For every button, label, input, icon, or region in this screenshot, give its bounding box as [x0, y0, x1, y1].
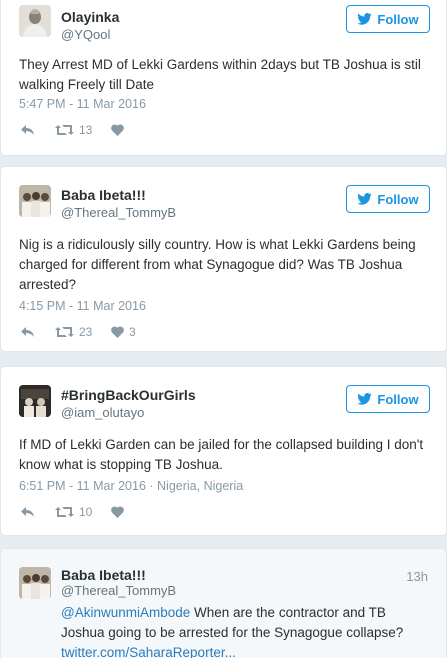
retweet-icon — [55, 507, 74, 517]
follow-label: Follow — [377, 391, 419, 407]
user-handle[interactable]: @Thereal_TommyB — [61, 583, 176, 598]
bird-icon — [357, 193, 373, 205]
tweet-actions: 13 — [21, 123, 151, 137]
reply-icon[interactable] — [21, 506, 37, 518]
follow-button[interactable]: Follow — [346, 5, 430, 33]
user-name[interactable]: Baba Ibeta!!! — [61, 567, 146, 583]
tweet-text: They Arrest MD of Lekki Gardens within 2… — [19, 57, 421, 92]
tweet-time-ago[interactable]: 13h — [406, 569, 428, 584]
mention-link[interactable]: @AkinwunmiAmbode — [61, 605, 190, 620]
tweet-text: If MD of Lekki Garden can be jailed for … — [19, 437, 424, 472]
retweet-button[interactable]: 10 — [55, 505, 111, 519]
avatar[interactable] — [19, 567, 51, 599]
tweet-card: Baba Ibeta!!! @Thereal_TommyB 13h @Akinw… — [0, 548, 447, 658]
tweet-location[interactable]: · Nigeria, Nigeria — [146, 479, 243, 493]
tweet-timestamp[interactable]: 4:15 PM - 11 Mar 2016 — [19, 299, 146, 313]
user-name[interactable]: Baba Ibeta!!! — [61, 187, 146, 203]
tweet-card: Olayinka @YQool Follow They Arrest MD of… — [0, 0, 447, 156]
retweet-count: 10 — [79, 505, 93, 519]
user-handle[interactable]: @Thereal_TommyB — [61, 205, 176, 220]
bird-icon — [357, 393, 373, 405]
tweet-text: Nig is a ridiculously silly country. How… — [19, 237, 416, 292]
follow-label: Follow — [377, 11, 419, 27]
tweet-card: #BringBackOurGirls @iam_olutayo Follow I… — [0, 366, 447, 536]
user-name[interactable]: #BringBackOurGirls — [61, 387, 196, 403]
follow-label: Follow — [377, 191, 419, 207]
like-count: 3 — [129, 325, 136, 339]
follow-button[interactable]: Follow — [346, 385, 430, 413]
tweet-actions: 10 — [21, 505, 151, 519]
user-name[interactable]: Olayinka — [61, 9, 119, 25]
retweet-icon — [55, 125, 74, 135]
url-link[interactable]: twitter.com/SaharaReporter... — [61, 645, 236, 658]
avatar[interactable] — [19, 185, 51, 217]
reply-icon[interactable] — [21, 124, 37, 136]
user-handle[interactable]: @YQool — [61, 27, 110, 42]
bird-icon — [357, 13, 373, 25]
follow-button[interactable]: Follow — [346, 185, 430, 213]
like-button[interactable]: 3 — [111, 325, 151, 339]
avatar[interactable] — [19, 385, 51, 417]
avatar[interactable] — [19, 5, 51, 37]
heart-icon — [111, 326, 124, 338]
tweet-timestamp[interactable]: 6:51 PM - 11 Mar 2016 — [19, 479, 146, 493]
retweet-button[interactable]: 13 — [55, 123, 111, 137]
tweet-text: @AkinwunmiAmbode When are the contractor… — [61, 603, 432, 658]
retweet-icon — [55, 327, 74, 337]
tweet-card: Baba Ibeta!!! @Thereal_TommyB Follow Nig… — [0, 166, 447, 352]
retweet-button[interactable]: 23 — [55, 325, 111, 339]
like-button[interactable] — [111, 124, 151, 136]
heart-icon — [111, 506, 124, 518]
heart-icon — [111, 124, 124, 136]
reply-icon[interactable] — [21, 326, 37, 338]
like-button[interactable] — [111, 506, 151, 518]
user-handle[interactable]: @iam_olutayo — [61, 405, 144, 420]
tweet-actions: 23 3 — [21, 325, 151, 339]
tweet-timestamp[interactable]: 5:47 PM - 11 Mar 2016 — [19, 97, 146, 111]
retweet-count: 23 — [79, 325, 93, 339]
tweet-meta: 6:51 PM - 11 Mar 2016 · Nigeria, Nigeria — [19, 479, 243, 493]
retweet-count: 13 — [79, 123, 93, 137]
